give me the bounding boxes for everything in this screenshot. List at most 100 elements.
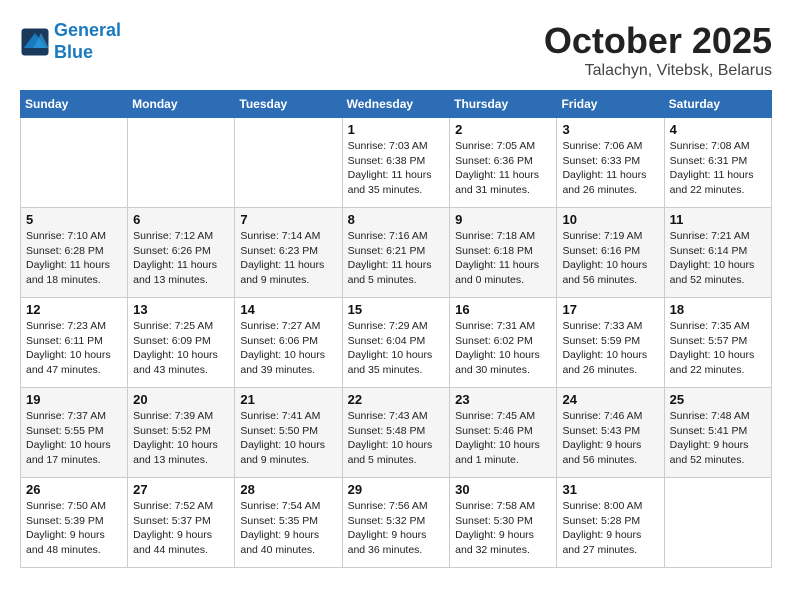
day-number: 11	[670, 212, 766, 227]
calendar-cell: 29 Sunrise: 7:56 AM Sunset: 5:32 PM Dayli…	[342, 478, 450, 568]
calendar-week-2: 5Sunrise: 7:10 AM Sunset: 6:28 PM Daylig…	[21, 208, 772, 298]
calendar-cell: 7 Sunrise: 7:14 AM Sunset: 6:23 PM Daylig…	[235, 208, 342, 298]
day-number: 21	[240, 392, 336, 407]
location: Talachyn, Vitebsk, Belarus	[544, 62, 772, 80]
day-number: 27	[133, 482, 229, 497]
day-info: Sunrise: 7:05 AM Sunset: 6:36 PM Dayligh…	[455, 139, 551, 198]
calendar-cell: 10Sunrise: 7:19 AM Sunset: 6:16 PM Dayli…	[557, 208, 664, 298]
day-info: Sunrise: 7:03 AM Sunset: 6:38 PM Dayligh…	[348, 139, 445, 198]
day-number: 15	[348, 302, 445, 317]
calendar-header: SundayMondayTuesdayWednesdayThursdayFrid…	[21, 91, 772, 118]
calendar-cell: 23Sunrise: 7:45 AM Sunset: 5:46 PM Dayli…	[450, 388, 557, 478]
day-number: 29	[348, 482, 445, 497]
day-info: Sunrise: 7:31 AM Sunset: 6:02 PM Dayligh…	[455, 319, 551, 378]
day-number: 7	[240, 212, 336, 227]
day-info: Sunrise: 7:58 AM Sunset: 5:30 PM Dayligh…	[455, 499, 551, 558]
calendar-cell: 21 Sunrise: 7:41 AM Sunset: 5:50 PM Dayli…	[235, 388, 342, 478]
day-info: Sunrise: 7:33 AM Sunset: 5:59 PM Dayligh…	[562, 319, 658, 378]
day-number: 18	[670, 302, 766, 317]
page-header: General Blue October 2025 Talachyn, Vite…	[20, 20, 772, 80]
calendar-cell: 16 Sunrise: 7:31 AM Sunset: 6:02 PM Dayli…	[450, 298, 557, 388]
logo-line2: Blue	[54, 42, 93, 62]
calendar-cell: 20Sunrise: 7:39 AM Sunset: 5:52 PM Dayli…	[128, 388, 235, 478]
weekday-header-saturday: Saturday	[664, 91, 771, 118]
day-number: 9	[455, 212, 551, 227]
day-number: 24	[562, 392, 658, 407]
weekday-header-wednesday: Wednesday	[342, 91, 450, 118]
day-info: Sunrise: 7:12 AM Sunset: 6:26 PM Dayligh…	[133, 229, 229, 288]
weekday-header-friday: Friday	[557, 91, 664, 118]
day-number: 12	[26, 302, 122, 317]
calendar-cell: 31Sunrise: 8:00 AM Sunset: 5:28 PM Dayli…	[557, 478, 664, 568]
day-number: 22	[348, 392, 445, 407]
day-number: 28	[240, 482, 336, 497]
day-info: Sunrise: 7:37 AM Sunset: 5:55 PM Dayligh…	[26, 409, 122, 468]
calendar-cell: 30 Sunrise: 7:58 AM Sunset: 5:30 PM Dayli…	[450, 478, 557, 568]
logo-icon	[20, 27, 50, 57]
calendar-cell	[128, 118, 235, 208]
calendar-cell: 5Sunrise: 7:10 AM Sunset: 6:28 PM Daylig…	[21, 208, 128, 298]
calendar-week-3: 12 Sunrise: 7:23 AM Sunset: 6:11 PM Dayli…	[21, 298, 772, 388]
calendar-cell: 28 Sunrise: 7:54 AM Sunset: 5:35 PM Dayli…	[235, 478, 342, 568]
day-info: Sunrise: 7:48 AM Sunset: 5:41 PM Dayligh…	[670, 409, 766, 468]
calendar-week-4: 19 Sunrise: 7:37 AM Sunset: 5:55 PM Dayli…	[21, 388, 772, 478]
calendar-cell: 12 Sunrise: 7:23 AM Sunset: 6:11 PM Dayli…	[21, 298, 128, 388]
calendar-cell: 14 Sunrise: 7:27 AM Sunset: 6:06 PM Dayli…	[235, 298, 342, 388]
day-info: Sunrise: 7:25 AM Sunset: 6:09 PM Dayligh…	[133, 319, 229, 378]
logo-line1: General	[54, 20, 121, 40]
weekday-header-tuesday: Tuesday	[235, 91, 342, 118]
day-info: Sunrise: 7:29 AM Sunset: 6:04 PM Dayligh…	[348, 319, 445, 378]
day-number: 30	[455, 482, 551, 497]
day-info: Sunrise: 7:08 AM Sunset: 6:31 PM Dayligh…	[670, 139, 766, 198]
day-number: 14	[240, 302, 336, 317]
calendar-cell: 19 Sunrise: 7:37 AM Sunset: 5:55 PM Dayli…	[21, 388, 128, 478]
calendar-cell: 9 Sunrise: 7:18 AM Sunset: 6:18 PM Daylig…	[450, 208, 557, 298]
day-number: 1	[348, 122, 445, 137]
day-number: 13	[133, 302, 229, 317]
day-number: 16	[455, 302, 551, 317]
day-number: 3	[562, 122, 658, 137]
calendar-cell: 13 Sunrise: 7:25 AM Sunset: 6:09 PM Dayli…	[128, 298, 235, 388]
day-info: Sunrise: 7:14 AM Sunset: 6:23 PM Dayligh…	[240, 229, 336, 288]
calendar-cell: 25 Sunrise: 7:48 AM Sunset: 5:41 PM Dayli…	[664, 388, 771, 478]
day-number: 2	[455, 122, 551, 137]
calendar-cell: 2 Sunrise: 7:05 AM Sunset: 6:36 PM Daylig…	[450, 118, 557, 208]
calendar-body: 1 Sunrise: 7:03 AM Sunset: 6:38 PM Daylig…	[21, 118, 772, 568]
calendar-cell: 24 Sunrise: 7:46 AM Sunset: 5:43 PM Dayli…	[557, 388, 664, 478]
calendar-cell: 27Sunrise: 7:52 AM Sunset: 5:37 PM Dayli…	[128, 478, 235, 568]
calendar-cell: 1 Sunrise: 7:03 AM Sunset: 6:38 PM Daylig…	[342, 118, 450, 208]
calendar-cell: 6 Sunrise: 7:12 AM Sunset: 6:26 PM Daylig…	[128, 208, 235, 298]
logo: General Blue	[20, 20, 121, 63]
calendar-cell	[21, 118, 128, 208]
calendar-cell: 22Sunrise: 7:43 AM Sunset: 5:48 PM Dayli…	[342, 388, 450, 478]
day-number: 19	[26, 392, 122, 407]
calendar-cell: 8Sunrise: 7:16 AM Sunset: 6:21 PM Daylig…	[342, 208, 450, 298]
day-number: 31	[562, 482, 658, 497]
day-number: 5	[26, 212, 122, 227]
day-info: Sunrise: 7:21 AM Sunset: 6:14 PM Dayligh…	[670, 229, 766, 288]
month-title: October 2025	[544, 20, 772, 62]
day-info: Sunrise: 7:16 AM Sunset: 6:21 PM Dayligh…	[348, 229, 445, 288]
weekday-header-monday: Monday	[128, 91, 235, 118]
day-info: Sunrise: 7:27 AM Sunset: 6:06 PM Dayligh…	[240, 319, 336, 378]
calendar-cell: 4Sunrise: 7:08 AM Sunset: 6:31 PM Daylig…	[664, 118, 771, 208]
day-info: Sunrise: 7:54 AM Sunset: 5:35 PM Dayligh…	[240, 499, 336, 558]
day-number: 6	[133, 212, 229, 227]
day-info: Sunrise: 7:18 AM Sunset: 6:18 PM Dayligh…	[455, 229, 551, 288]
weekday-header-thursday: Thursday	[450, 91, 557, 118]
day-info: Sunrise: 7:46 AM Sunset: 5:43 PM Dayligh…	[562, 409, 658, 468]
calendar-table: SundayMondayTuesdayWednesdayThursdayFrid…	[20, 90, 772, 568]
day-info: Sunrise: 7:06 AM Sunset: 6:33 PM Dayligh…	[562, 139, 658, 198]
day-number: 20	[133, 392, 229, 407]
title-block: October 2025 Talachyn, Vitebsk, Belarus	[544, 20, 772, 80]
day-info: Sunrise: 7:56 AM Sunset: 5:32 PM Dayligh…	[348, 499, 445, 558]
day-info: Sunrise: 7:23 AM Sunset: 6:11 PM Dayligh…	[26, 319, 122, 378]
calendar-cell: 3 Sunrise: 7:06 AM Sunset: 6:33 PM Daylig…	[557, 118, 664, 208]
day-info: Sunrise: 7:50 AM Sunset: 5:39 PM Dayligh…	[26, 499, 122, 558]
day-number: 25	[670, 392, 766, 407]
calendar-cell	[235, 118, 342, 208]
day-info: Sunrise: 7:19 AM Sunset: 6:16 PM Dayligh…	[562, 229, 658, 288]
calendar-cell	[664, 478, 771, 568]
day-info: Sunrise: 7:35 AM Sunset: 5:57 PM Dayligh…	[670, 319, 766, 378]
day-info: Sunrise: 7:41 AM Sunset: 5:50 PM Dayligh…	[240, 409, 336, 468]
